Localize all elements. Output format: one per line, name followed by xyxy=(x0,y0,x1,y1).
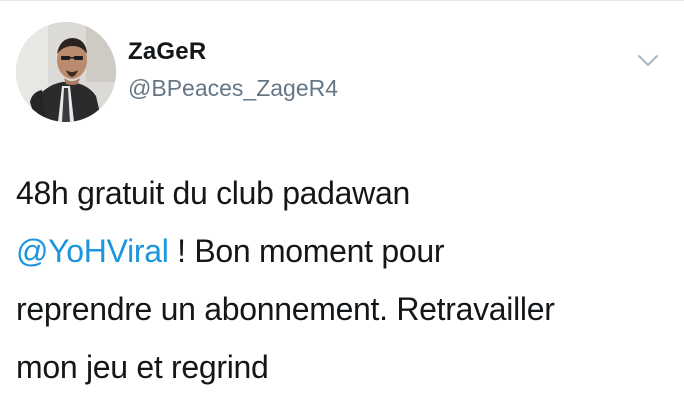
avatar[interactable] xyxy=(16,22,116,122)
tweet-text-line-2-rest: ! Bon moment pour xyxy=(168,233,445,269)
author-handle[interactable]: @BPeaces_ZageR4 xyxy=(128,75,338,102)
chevron-down-icon[interactable] xyxy=(634,48,662,72)
tweet-text: 48h gratuit du club padawan @YoHViral ! … xyxy=(16,164,666,396)
tweet-text-line-1: 48h gratuit du club padawan xyxy=(16,175,410,211)
mention-link[interactable]: @YoHViral xyxy=(16,233,169,269)
avatar-image xyxy=(16,22,116,122)
tweet-text-line-2: @YoHViral ! Bon moment pour xyxy=(16,222,666,280)
tweet-text-line-4: mon jeu et regrind xyxy=(16,349,269,385)
tweet-text-line-3: reprendre un abonnement. Retravailler xyxy=(16,291,555,327)
author-display-name[interactable]: ZaGeR xyxy=(128,38,206,66)
tweet-card: ZaGeR @BPeaces_ZageR4 48h gratuit du clu… xyxy=(0,0,684,404)
